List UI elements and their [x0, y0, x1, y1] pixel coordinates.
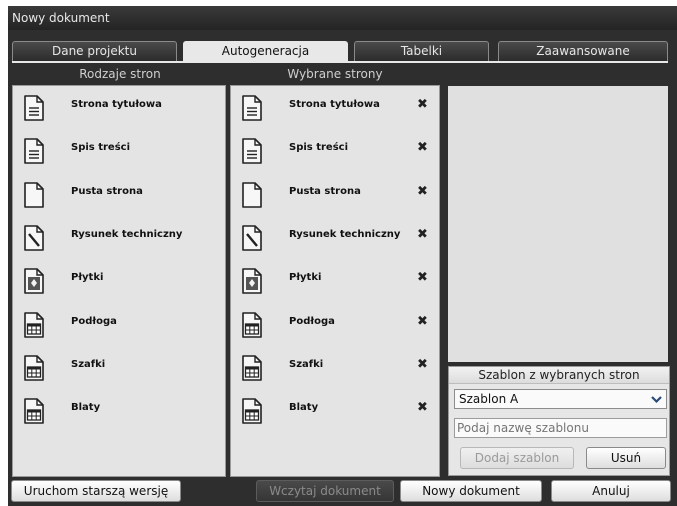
tab-tabelki[interactable]: Tabelki — [354, 41, 489, 61]
page-item-label: Spis treści — [289, 142, 349, 154]
new-document-button[interactable]: Nowy dokument — [400, 480, 542, 502]
selected-page-item[interactable]: Podłoga ✖ — [231, 308, 439, 348]
selected-page-item[interactable]: Płytki ✖ — [231, 264, 439, 304]
template-panel-title: Szablon z wybranych stron — [449, 367, 669, 384]
template-select-value: Szablon A — [459, 392, 519, 406]
remove-item-icon[interactable]: ✖ — [417, 270, 428, 285]
table-page-icon — [242, 398, 262, 424]
document-lines-icon — [24, 95, 44, 121]
remove-item-icon[interactable]: ✖ — [417, 140, 428, 155]
table-page-icon — [242, 354, 262, 381]
table-page-icon — [24, 398, 44, 424]
right-column-title: Wybrane strony — [287, 67, 383, 81]
remove-item-icon[interactable]: ✖ — [417, 314, 428, 329]
page-item-label: Podłoga — [71, 315, 117, 327]
selected-page-item[interactable]: Strona tytułowa ✖ — [231, 91, 439, 131]
selected-pages-list: Strona tytułowa ✖ Spis treści ✖ Pusta strona… — [230, 85, 440, 477]
run-old-version-button[interactable]: Uruchom starszą wersję — [11, 480, 181, 502]
page-item-label: Spis treści — [71, 142, 131, 154]
page-item-label: Podłoga — [289, 315, 335, 327]
page-type-item[interactable]: Pusta strona — [13, 178, 225, 218]
cancel-button[interactable]: Anuluj — [551, 480, 671, 502]
page-type-item[interactable]: Rysunek techniczny — [13, 221, 225, 261]
document-lines-icon — [24, 138, 44, 165]
page-item-label: Rysunek techniczny — [71, 228, 183, 240]
tiles-page-icon — [24, 268, 44, 294]
dialog-window: Nowy dokument Dane projektu Autogeneracj… — [8, 6, 677, 506]
page-types-list: Strona tytułowa Spis treści Pusta strona Ry… — [12, 85, 226, 477]
page-item-label: Strona tytułowa — [71, 99, 162, 110]
page-type-item[interactable]: Podłoga — [13, 308, 225, 348]
table-page-icon — [24, 354, 44, 381]
remove-template-button[interactable]: Usuń — [586, 447, 666, 469]
page-item-label: Płytki — [289, 272, 322, 284]
template-name-input[interactable] — [454, 418, 667, 438]
selected-page-item[interactable]: Pusta strona ✖ — [231, 178, 439, 218]
page-item-label: Rysunek techniczny — [289, 228, 401, 240]
remove-item-icon[interactable]: ✖ — [417, 400, 428, 415]
left-column-title: Rodzaje stron — [79, 67, 161, 81]
page-item-label: Blaty — [289, 402, 319, 414]
add-template-button[interactable]: Dodaj szablon — [460, 447, 574, 469]
page-item-label: Strona tytułowa — [289, 99, 380, 110]
page-item-label: Szafki — [289, 358, 324, 370]
page-item-label: Blaty — [71, 402, 101, 414]
table-page-icon — [24, 311, 44, 338]
pencil-page-icon — [24, 225, 44, 251]
document-lines-icon — [242, 95, 262, 121]
remove-item-icon[interactable]: ✖ — [417, 357, 428, 372]
template-preview-area — [448, 86, 668, 362]
selected-page-item[interactable]: Blaty ✖ — [231, 394, 439, 434]
page-item-label: Pusta strona — [289, 185, 361, 197]
page-type-item[interactable]: Blaty — [13, 394, 225, 434]
tab-panel-edge — [12, 61, 668, 63]
load-document-button[interactable]: Wczytaj dokument — [256, 480, 394, 502]
blank-page-icon — [24, 181, 44, 208]
page-item-label: Szafki — [71, 358, 106, 370]
tab-autogeneracja[interactable]: Autogeneracja — [183, 41, 348, 61]
tab-zaawansowane[interactable]: Zaawansowane — [498, 41, 668, 61]
page-type-item[interactable]: Strona tytułowa — [13, 91, 225, 131]
tab-bar: Dane projektu Autogeneracja Tabelki Zaaw… — [12, 41, 668, 61]
remove-item-icon[interactable]: ✖ — [417, 97, 428, 112]
selected-page-item[interactable]: Rysunek techniczny ✖ — [231, 221, 439, 261]
document-lines-icon — [242, 138, 262, 165]
remove-item-icon[interactable]: ✖ — [417, 184, 428, 199]
table-page-icon — [242, 311, 262, 338]
remove-item-icon[interactable]: ✖ — [417, 227, 428, 242]
tab-dane-projektu[interactable]: Dane projektu — [12, 41, 177, 61]
page-type-item[interactable]: Szafki — [13, 351, 225, 391]
selected-page-item[interactable]: Spis treści ✖ — [231, 134, 439, 174]
page-type-item[interactable]: Płytki — [13, 264, 225, 304]
page-item-label: Płytki — [71, 272, 104, 284]
blank-page-icon — [242, 181, 262, 208]
template-select[interactable]: Szablon A — [454, 389, 667, 409]
chevron-down-icon — [651, 390, 662, 414]
window-title: Nowy dokument — [8, 6, 677, 30]
selected-page-item[interactable]: Szafki ✖ — [231, 351, 439, 391]
page-type-item[interactable]: Spis treści — [13, 134, 225, 174]
pencil-page-icon — [242, 225, 262, 251]
tiles-page-icon — [242, 268, 262, 294]
template-panel: Szablon z wybranych stron Szablon A Doda… — [448, 366, 670, 476]
page-item-label: Pusta strona — [71, 185, 143, 197]
